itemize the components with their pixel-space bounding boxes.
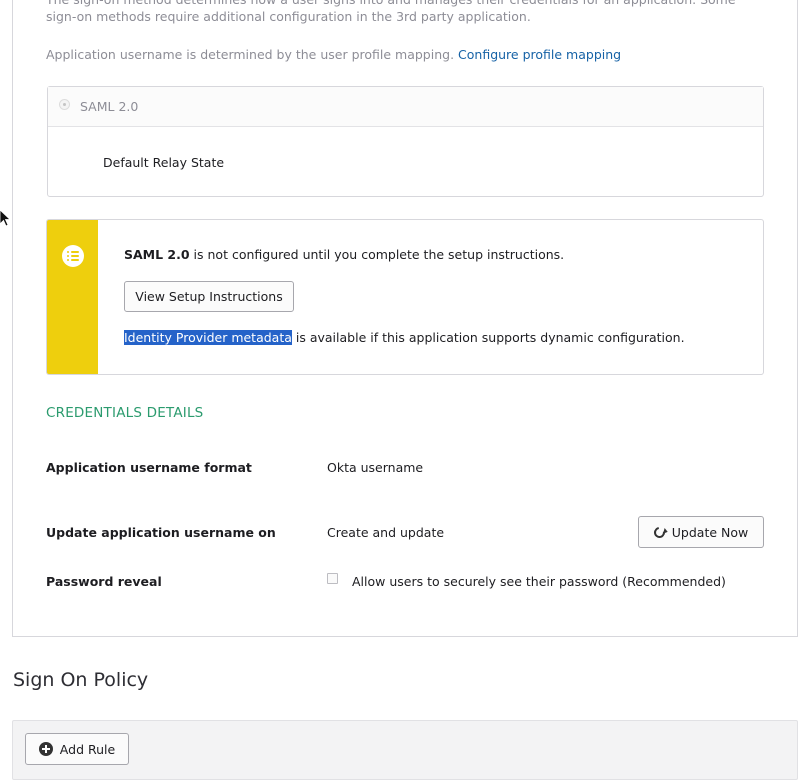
- identity-provider-metadata-link[interactable]: Identity Provider metadata: [124, 330, 292, 345]
- notice-accent-bar: [47, 220, 98, 374]
- default-relay-state-label: Default Relay State: [103, 155, 225, 170]
- view-setup-instructions-button[interactable]: View Setup Instructions: [124, 281, 294, 312]
- password-reveal-checkbox-label: Allow users to securely see their passwo…: [352, 574, 726, 589]
- plus-circle-icon: [38, 742, 53, 756]
- refresh-icon: [651, 524, 667, 540]
- profile-mapping-text: Application username is determined by th…: [46, 46, 766, 63]
- sign-on-intro-text: The sign-on method determines how a user…: [46, 0, 736, 24]
- credentials-details-title: CREDENTIALS DETAILS: [46, 405, 204, 421]
- list-icon: [62, 245, 84, 267]
- metadata-message: Identity Provider metadata is available …: [124, 330, 685, 345]
- sign-on-policy-toolbar: Add Rule: [12, 720, 798, 780]
- notice-not-configured-text: is not configured until you complete the…: [189, 247, 565, 262]
- saml-method-box: SAML 2.0 Default Relay State: [47, 86, 764, 197]
- update-username-value: Create and update: [327, 525, 445, 540]
- password-reveal-label: Password reveal: [46, 574, 162, 589]
- saml-method-header: SAML 2.0: [48, 87, 763, 127]
- profile-mapping-description: Application username is determined by th…: [46, 47, 455, 62]
- update-now-button[interactable]: Update Now: [638, 516, 764, 548]
- saml-method-label: SAML 2.0: [80, 99, 139, 114]
- username-format-label: Application username format: [46, 460, 252, 475]
- update-now-label: Update Now: [671, 524, 749, 540]
- saml-setup-notice: SAML 2.0 is not configured until you com…: [46, 219, 764, 375]
- notice-method-name: SAML 2.0: [124, 247, 190, 262]
- configure-profile-mapping-link[interactable]: Configure profile mapping: [458, 47, 621, 62]
- update-username-label: Update application username on: [46, 525, 276, 540]
- saml-radio-button[interactable]: [59, 99, 70, 110]
- add-rule-label: Add Rule: [59, 741, 116, 757]
- sign-on-policy-title: Sign On Policy: [13, 669, 149, 691]
- not-configured-message: SAML 2.0 is not configured until you com…: [124, 247, 564, 262]
- mouse-cursor-icon: [0, 210, 10, 227]
- metadata-description: is available if this application support…: [291, 330, 685, 345]
- password-reveal-checkbox[interactable]: [327, 573, 338, 584]
- username-format-value: Okta username: [327, 460, 424, 475]
- add-rule-button[interactable]: Add Rule: [25, 733, 129, 765]
